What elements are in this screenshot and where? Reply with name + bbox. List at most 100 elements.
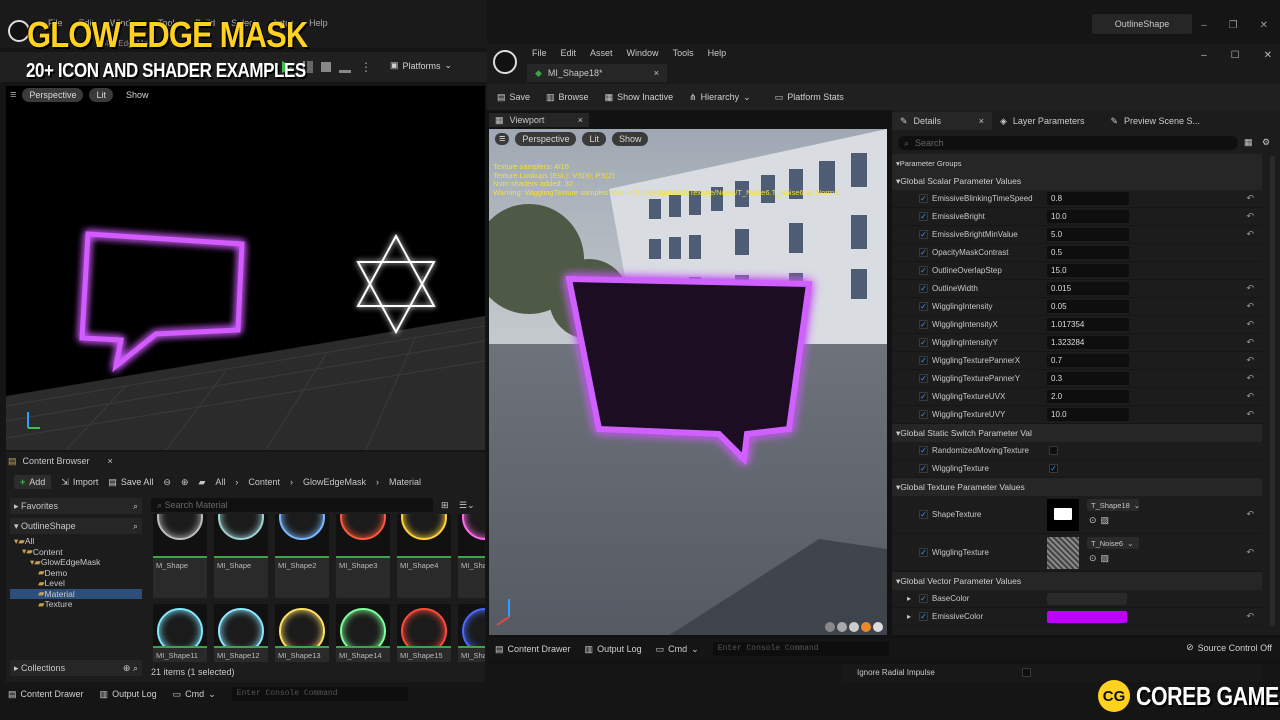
asset-search-input[interactable]: ⌕ Search Material (151, 498, 433, 512)
parameter-value-input[interactable]: 1.017354 (1047, 318, 1129, 331)
noise-texture-thumbnail[interactable] (1047, 537, 1079, 569)
perspective-button[interactable]: Perspective (22, 88, 84, 102)
console-input[interactable]: Enter Console Command (231, 687, 408, 701)
filter-icon[interactable]: ⊞ (441, 500, 449, 511)
texture-asset-dropdown[interactable]: T_Noise6 ⌄ (1087, 537, 1139, 549)
reset-to-default-icon[interactable]: ↶ (1246, 229, 1254, 240)
me-menu-tools[interactable]: Tools (673, 48, 694, 58)
folder-tree-item[interactable]: ▰ Demo (10, 567, 142, 579)
override-checkbox[interactable]: ✓ (919, 320, 928, 329)
folder-tree-item[interactable]: ▰ Material (10, 588, 142, 599)
asset-tile[interactable]: M_Shape (153, 514, 207, 598)
menu-help[interactable]: Help (309, 18, 328, 28)
content-drawer-button[interactable]: ▤ Content Drawer (8, 689, 84, 700)
breadcrumb-content[interactable]: Content (248, 477, 280, 487)
hamburger-icon[interactable]: ≡ (495, 133, 510, 145)
folder-tree-item[interactable]: ▾▰ All (10, 536, 142, 547)
cmd-button[interactable]: ▭ Cmd ⌄ (656, 644, 699, 655)
browse-asset-icon[interactable]: ▨ (1101, 515, 1110, 526)
override-checkbox[interactable]: ✓ (919, 612, 928, 621)
reset-to-default-icon[interactable]: ↶ (1246, 283, 1254, 294)
parameter-value-input[interactable]: 1.323284 (1047, 336, 1129, 349)
parameter-value-input[interactable]: 0.015 (1047, 282, 1129, 295)
platforms-button[interactable]: ▣ Platforms ⌄ (390, 60, 452, 71)
lit-button[interactable]: Lit (582, 132, 606, 146)
color-swatch[interactable] (1047, 593, 1127, 605)
folder-tree-item[interactable]: ▾▰ GlowEdgeMask (10, 557, 142, 568)
use-selected-icon[interactable]: ⊙ (1089, 553, 1097, 564)
material-preview-viewport[interactable]: ≡ Perspective Lit Show Texture samplers:… (489, 129, 887, 635)
minimize-icon[interactable]: – (1201, 20, 1207, 31)
parameter-value-input[interactable]: 2.0 (1047, 390, 1129, 403)
parameter-value-input[interactable]: 10.0 (1047, 408, 1129, 421)
hamburger-icon[interactable]: ≡ (10, 89, 16, 101)
switch-value-checkbox[interactable]: ✓ (1049, 464, 1058, 473)
reset-to-default-icon[interactable]: ↶ (1246, 301, 1254, 312)
details-search-input[interactable]: ⌕ Search (898, 136, 1238, 150)
expand-icon[interactable]: ▸ (907, 612, 911, 621)
close-window-icon[interactable]: ✕ (1260, 20, 1268, 31)
asset-tile[interactable]: MI_Shape14 (336, 604, 390, 662)
tab-layer-parameters[interactable]: ◈ Layer Parameters (992, 112, 1092, 130)
reset-to-default-icon[interactable]: ↶ (1246, 409, 1254, 420)
maximize-icon[interactable]: ☐ (1231, 50, 1240, 61)
show-button[interactable]: Show (611, 132, 649, 146)
asset-tile[interactable]: MI_Shape12 (214, 604, 268, 662)
override-checkbox[interactable]: ✓ (919, 356, 928, 365)
asset-tile[interactable]: MI_Shape15 (397, 604, 451, 662)
asset-tab[interactable]: ◆ MI_Shape18* × (527, 64, 667, 82)
folder-tree-item[interactable]: ▰ Texture (10, 599, 142, 610)
override-checkbox[interactable]: ✓ (919, 446, 928, 455)
project-header[interactable]: ▾ OutlineShape ⌕ (10, 518, 142, 534)
reset-to-default-icon[interactable]: ↶ (1246, 391, 1254, 402)
parameter-section-header[interactable]: ▾ Global Texture Parameter Values (892, 478, 1262, 496)
settings-icon[interactable]: ☰⌄ (459, 500, 475, 511)
asset-tile[interactable]: MI_Shape (214, 514, 268, 598)
parameter-section-header[interactable]: ▾ Global Scalar Parameter Values (892, 172, 1262, 190)
gear-icon[interactable]: ⚙ (1262, 137, 1270, 148)
reset-to-default-icon[interactable]: ↶ (1246, 547, 1254, 558)
hierarchy-button[interactable]: ⋔ Hierarchy ⌄ (689, 92, 751, 103)
me-menu-help[interactable]: Help (708, 48, 727, 58)
reset-to-default-icon[interactable]: ↶ (1246, 211, 1254, 222)
override-checkbox[interactable]: ✓ (919, 594, 928, 603)
parameter-value-input[interactable]: 0.7 (1047, 354, 1129, 367)
parameter-value-input[interactable]: 0.05 (1047, 300, 1129, 313)
parameter-value-input[interactable]: 0.3 (1047, 372, 1129, 385)
content-browser-tab[interactable]: ▤ Content Browser × (8, 454, 113, 468)
level-viewport[interactable]: ≡ Perspective Lit Show (6, 86, 485, 450)
asset-tile[interactable]: MI_Shape2 (275, 514, 329, 598)
platform-stats-button[interactable]: ▭ Platform Stats (775, 92, 844, 103)
color-swatch[interactable] (1047, 611, 1127, 623)
save-button[interactable]: ▤ Save (497, 92, 530, 103)
viewport-tab[interactable]: ▦ Viewport × (489, 113, 589, 127)
show-inactive-button[interactable]: ▦ Show Inactive (605, 92, 674, 103)
folder-tree-item[interactable]: ▾▰ Content (10, 546, 142, 558)
lit-button[interactable]: Lit (89, 88, 113, 102)
plane-icon[interactable] (849, 622, 859, 632)
breadcrumb-all[interactable]: All (215, 477, 225, 487)
use-selected-icon[interactable]: ⊙ (1089, 515, 1097, 526)
close-icon[interactable]: × (108, 456, 113, 466)
parameter-value-input[interactable]: 0.5 (1047, 246, 1129, 259)
parameter-section-header[interactable]: ▾ Global Vector Parameter Values (892, 572, 1262, 590)
content-drawer-button[interactable]: ▤ Content Drawer (495, 644, 571, 655)
reset-to-default-icon[interactable]: ↶ (1246, 337, 1254, 348)
console-input[interactable]: Enter Console Command (712, 642, 889, 656)
me-menu-asset[interactable]: Asset (590, 48, 613, 58)
override-checkbox[interactable]: ✓ (919, 338, 928, 347)
more-options-icon[interactable]: ⋮ (360, 60, 372, 74)
asset-tile[interactable]: MI_Shape11 (153, 604, 207, 662)
reset-to-default-icon[interactable]: ↶ (1246, 373, 1254, 384)
asset-tile[interactable]: MI_Shape3 (336, 514, 390, 598)
breadcrumb-material[interactable]: Material (389, 477, 421, 487)
override-checkbox[interactable]: ✓ (919, 374, 928, 383)
perspective-button[interactable]: Perspective (515, 132, 577, 146)
forward-icon[interactable]: ⊕ (181, 477, 189, 488)
cylinder-icon[interactable] (825, 622, 835, 632)
back-icon[interactable]: ⊖ (163, 477, 171, 488)
reset-to-default-icon[interactable]: ↶ (1246, 319, 1254, 330)
override-checkbox[interactable]: ✓ (919, 548, 928, 557)
browse-button[interactable]: ▥ Browse (546, 92, 589, 103)
maximize-icon[interactable]: ❐ (1229, 20, 1238, 31)
